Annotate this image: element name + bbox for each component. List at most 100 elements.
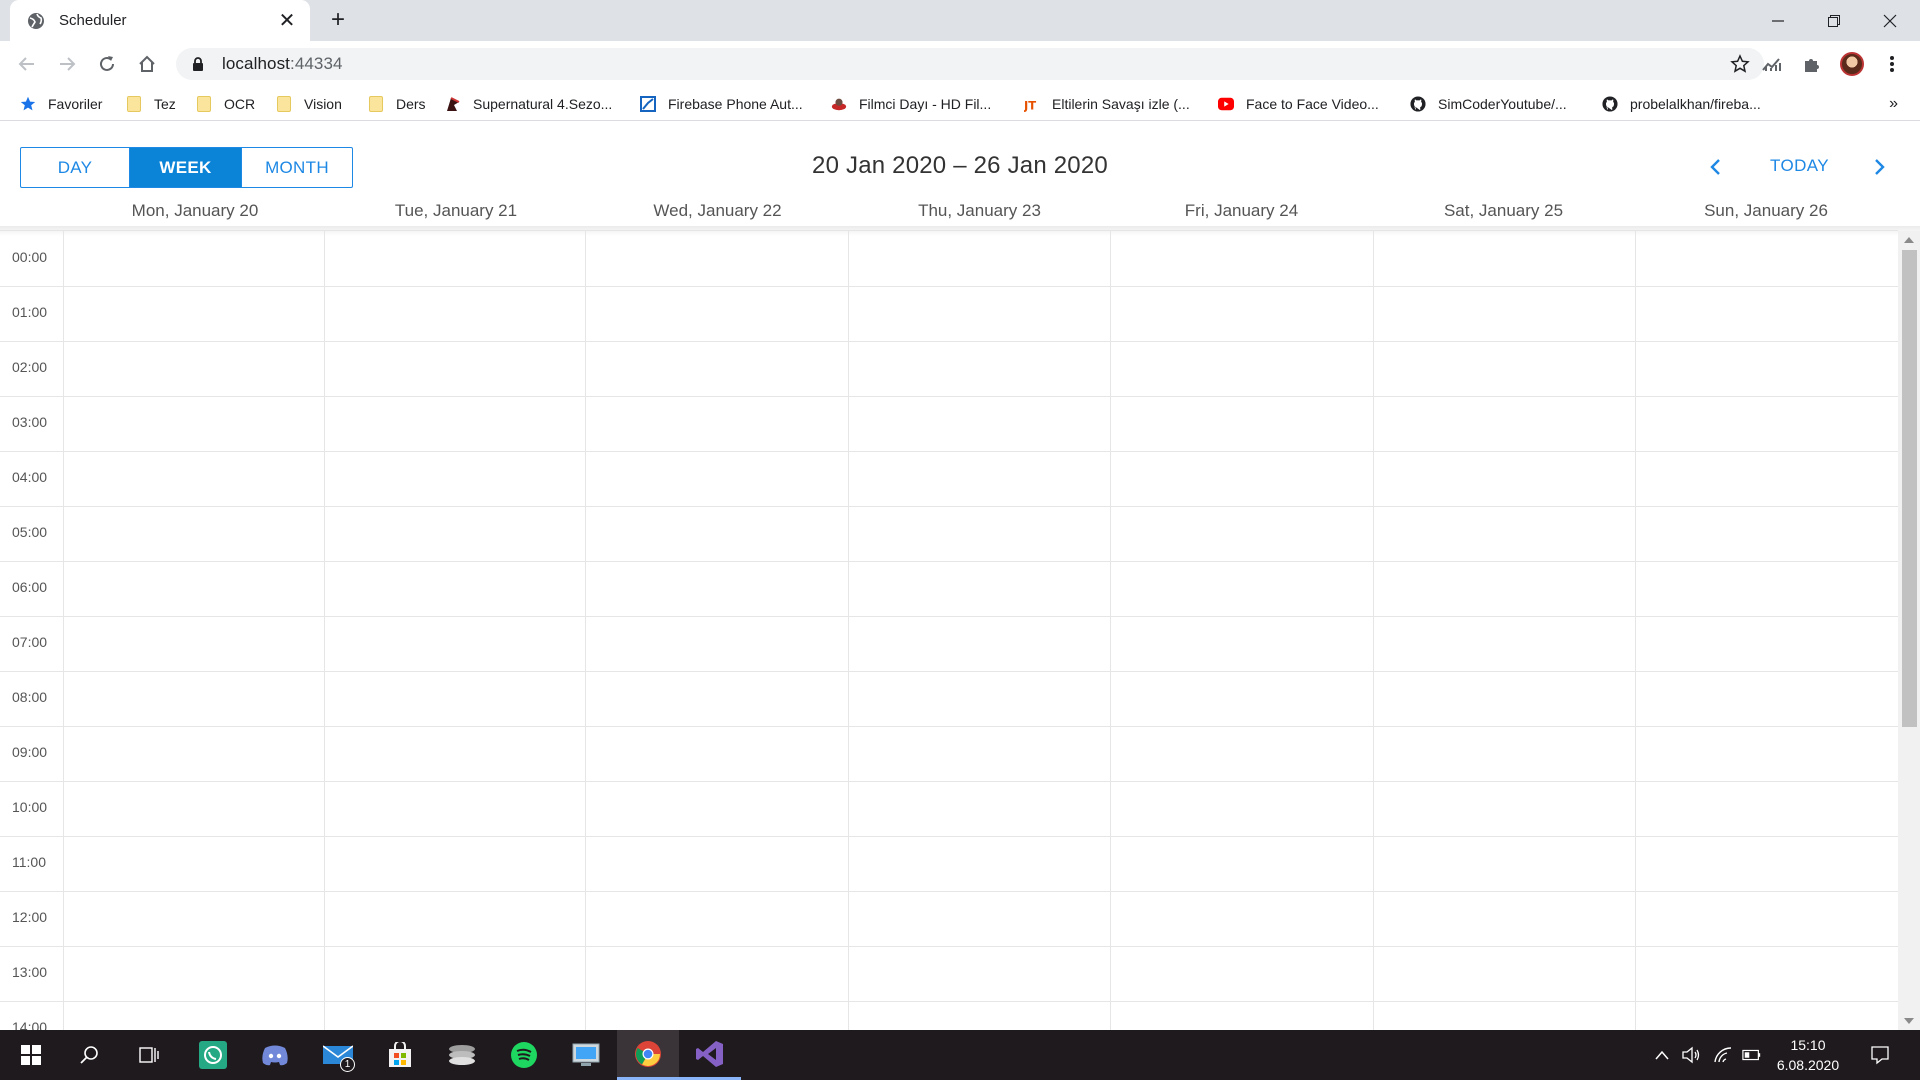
restore-icon[interactable] [1806, 0, 1862, 41]
day-header: Sun, January 26 [1704, 201, 1828, 220]
time-label: 11:00 [12, 854, 46, 870]
taskbar-spotify[interactable] [493, 1030, 555, 1080]
search-icon [80, 1046, 98, 1064]
bookmark-label: SimCoderYoutube/... [1438, 96, 1567, 112]
bookmark-face-to-face[interactable]: Face to Face Video... [1218, 93, 1379, 115]
taskbar-database-app[interactable] [431, 1030, 493, 1080]
start-button[interactable] [0, 1030, 62, 1080]
bookmark-firebase[interactable]: Firebase Phone Aut... [640, 93, 803, 115]
site-icon [831, 96, 847, 112]
time-label: 12:00 [12, 909, 48, 925]
previous-week-icon[interactable] [1702, 154, 1728, 180]
address-bar[interactable]: localhost:44334 [176, 48, 1764, 80]
day-header: Tue, January 21 [394, 201, 518, 220]
bookmark-folder-ders[interactable]: Ders [368, 93, 426, 115]
taskbar-mail[interactable]: 1 [307, 1030, 369, 1080]
bookmark-star-icon[interactable] [1728, 52, 1752, 76]
time-column-divider [63, 231, 64, 1030]
time-label: 01:00 [12, 304, 48, 320]
visual-studio-icon [696, 1040, 723, 1067]
bookmark-label: Face to Face Video... [1246, 96, 1379, 112]
day-column-divider [848, 231, 849, 1030]
kebab-menu-icon[interactable] [1876, 48, 1908, 80]
reload-icon[interactable] [91, 48, 123, 80]
bookmark-simcoder[interactable]: SimCoderYoutube/... [1410, 93, 1567, 115]
time-label: 08:00 [12, 689, 48, 705]
wifi-icon[interactable] [1713, 1045, 1733, 1065]
bookmark-favoriler[interactable]: Favoriler [20, 93, 102, 115]
task-view-button[interactable] [118, 1030, 180, 1080]
bookmark-supernatural[interactable]: Supernatural 4.Sezo... [445, 93, 612, 115]
time-label: 04:00 [12, 469, 48, 485]
minimize-icon[interactable] [1750, 0, 1806, 41]
day-header: Fri, January 24 [1184, 201, 1299, 220]
hour-line [0, 836, 1898, 837]
whatsapp-icon [199, 1041, 227, 1069]
day-column-divider [1110, 231, 1111, 1030]
folder-icon [126, 96, 142, 112]
day-column-divider [1635, 231, 1636, 1030]
browser-tab-strip: Scheduler ✕ + [0, 0, 1920, 41]
week-time-grid[interactable]: 00:00 01:00 02:00 03:00 04:00 05:00 06:0… [0, 231, 1898, 1030]
spotify-icon [511, 1042, 537, 1068]
bookmark-folder-tez[interactable]: Tez [126, 93, 176, 115]
bookmark-label: Ders [396, 96, 426, 112]
day-header: Wed, January 22 [653, 201, 782, 220]
close-window-icon[interactable] [1862, 0, 1918, 41]
time-label: 02:00 [12, 359, 48, 375]
day-column-divider [1373, 231, 1374, 1030]
search-button[interactable] [58, 1030, 120, 1080]
scrollbar-thumb[interactable] [1902, 250, 1917, 727]
scroll-up-arrow-icon[interactable] [1904, 237, 1914, 243]
day-view-button[interactable]: DAY [21, 148, 129, 187]
taskbar-discord[interactable] [244, 1030, 306, 1080]
notifications-icon[interactable] [1870, 1045, 1890, 1065]
browser-tab[interactable]: Scheduler ✕ [10, 0, 310, 41]
time-label: 00:00 [12, 249, 48, 265]
time-label: 06:00 [12, 579, 48, 595]
battery-icon[interactable] [1742, 1045, 1762, 1065]
system-clock[interactable]: 15:10 6.08.2020 [1768, 1035, 1848, 1075]
hour-line [0, 506, 1898, 507]
time-label: 13:00 [12, 964, 48, 980]
extensions-puzzle-icon[interactable] [1796, 48, 1828, 80]
bookmark-probelalkhan[interactable]: probelalkhan/fireba... [1602, 93, 1761, 115]
taskbar-remote-desktop[interactable] [555, 1030, 617, 1080]
bookmark-eltilerin[interactable]: JT Eltilerin Savaşı izle (... [1024, 93, 1190, 115]
vertical-scrollbar[interactable] [1898, 231, 1920, 1030]
close-tab-icon[interactable]: ✕ [276, 10, 298, 32]
week-view-button[interactable]: WEEK [129, 148, 241, 187]
taskbar-chrome[interactable] [617, 1030, 679, 1080]
bookmarks-overflow-button[interactable]: » [1889, 95, 1898, 113]
bookmark-label: Vision [304, 96, 342, 112]
forward-arrow-icon[interactable] [51, 48, 83, 80]
url-host: localhost [222, 54, 290, 73]
back-arrow-icon[interactable] [11, 48, 43, 80]
youtube-icon [1218, 96, 1234, 112]
day-header: Mon, January 20 [131, 201, 259, 220]
home-icon[interactable] [131, 48, 163, 80]
time-label: 03:00 [12, 414, 48, 430]
profile-avatar[interactable] [1836, 48, 1868, 80]
extension-chart-icon[interactable] [1756, 48, 1788, 80]
taskbar-visual-studio[interactable] [679, 1030, 741, 1080]
today-button[interactable]: TODAY [1770, 156, 1829, 176]
mail-badge: 1 [340, 1057, 355, 1072]
scroll-down-arrow-icon[interactable] [1904, 1018, 1914, 1024]
bookmark-folder-ocr[interactable]: OCR [196, 93, 255, 115]
lock-icon[interactable] [190, 56, 206, 72]
bookmark-filmci[interactable]: Filmci Dayı - HD Fil... [831, 93, 991, 115]
month-view-button[interactable]: MONTH [241, 148, 352, 187]
chevron-up-icon[interactable] [1652, 1045, 1672, 1065]
taskbar-whatsapp[interactable] [182, 1030, 244, 1080]
new-tab-button[interactable]: + [326, 6, 350, 33]
site-icon [445, 96, 461, 112]
day-column-divider [585, 231, 586, 1030]
next-week-icon[interactable] [1867, 154, 1893, 180]
volume-icon[interactable] [1681, 1045, 1701, 1065]
time-label: 14:00 [12, 1019, 48, 1030]
url-port: :44334 [290, 54, 343, 73]
browser-toolbar: localhost:44334 [0, 41, 1920, 87]
taskbar-store[interactable] [369, 1030, 431, 1080]
bookmark-folder-vision[interactable]: Vision [276, 93, 342, 115]
